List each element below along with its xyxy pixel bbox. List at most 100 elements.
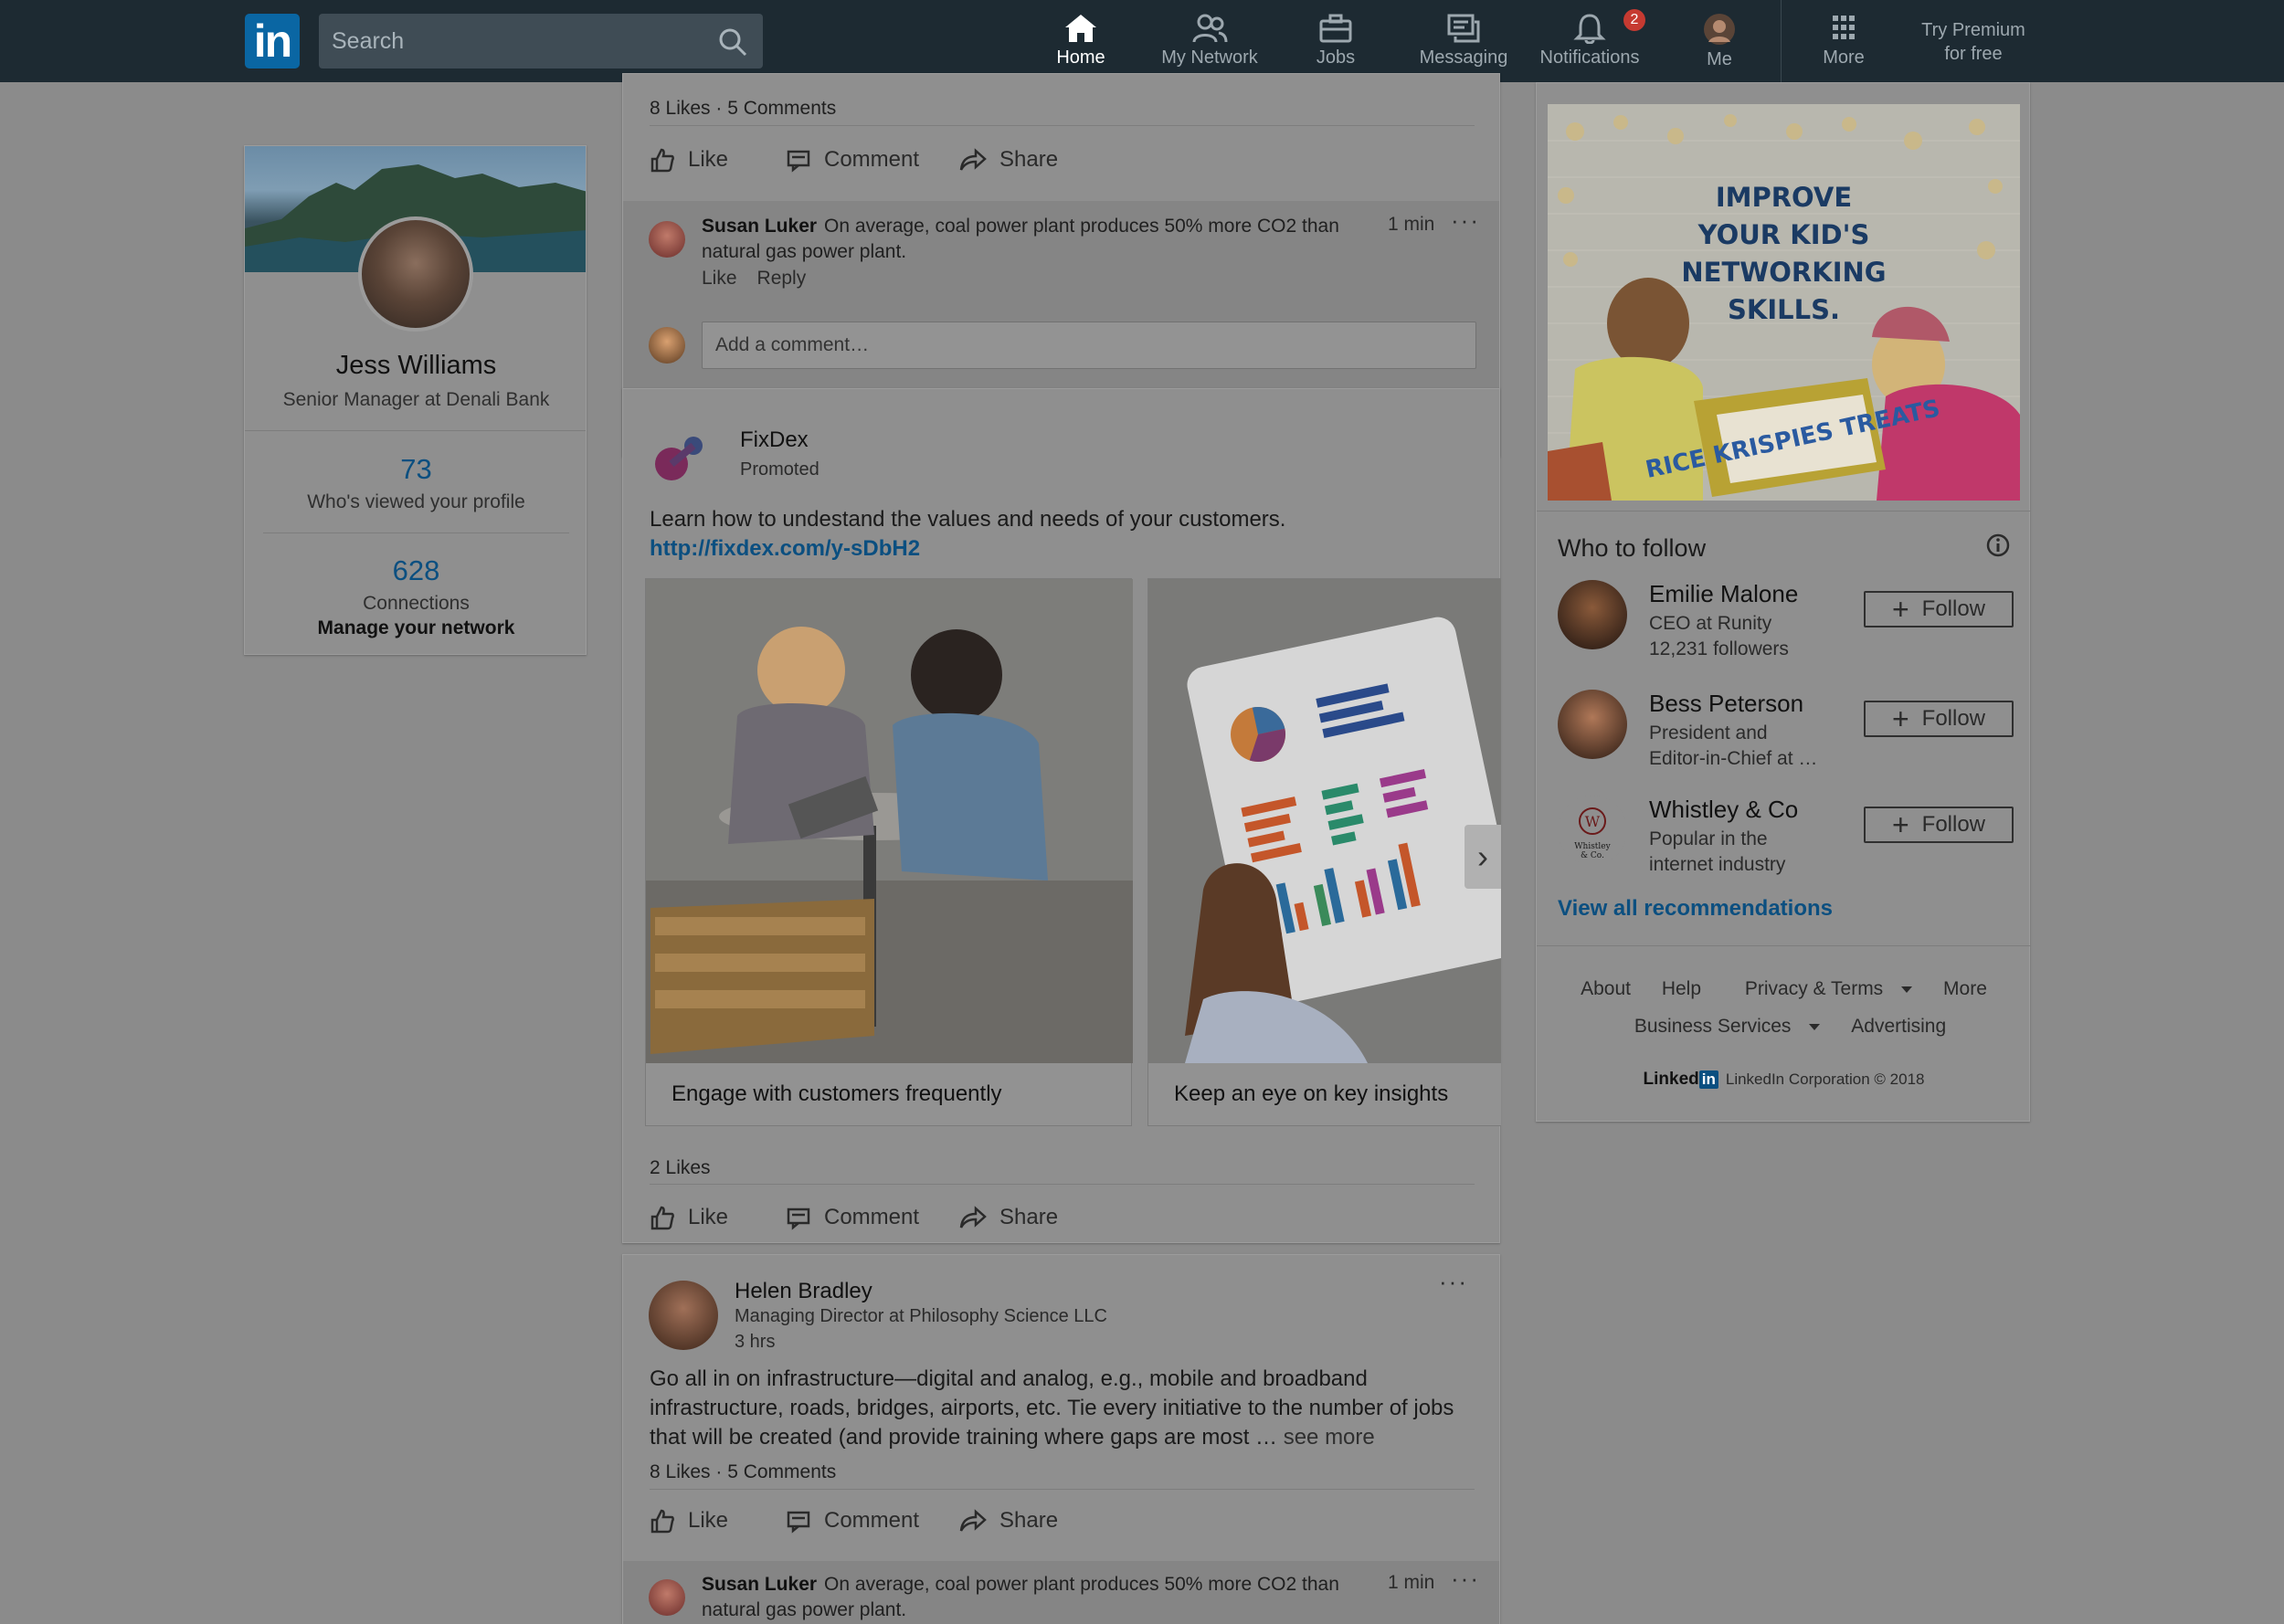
copyright: Linked in LinkedIn Corporation © 2018 [1537, 1070, 2031, 1090]
footer-business-link[interactable]: Business Services [1622, 1016, 1821, 1037]
manage-network-link[interactable]: Manage your network [245, 617, 586, 639]
search-box [319, 14, 763, 69]
nav-my-network[interactable]: My Network [1153, 0, 1266, 82]
suggestion-avatar[interactable] [1558, 690, 1627, 759]
fixdex-logo[interactable] [650, 429, 708, 488]
feed-post-promoted: FixDex Promoted Learn how to undestand t… [622, 388, 1501, 1243]
nav-home[interactable]: Home [1037, 0, 1125, 82]
add-comment-input[interactable] [703, 322, 1475, 368]
avatar-icon [1704, 14, 1735, 45]
nav-jobs[interactable]: Jobs [1299, 0, 1372, 82]
carousel-slide[interactable]: Keep an eye on key insights [1147, 578, 1501, 1126]
divider [650, 1184, 1475, 1185]
right-rail: RICE KRISPIES TREATS IMPROVE YOUR KID'S … [1536, 82, 2031, 1122]
comment-reply-link[interactable]: Reply [757, 268, 807, 289]
suggestion-sub-line: internet industry [1649, 854, 1786, 875]
footer-links-row-2: Business Services Advertising [1537, 1016, 2031, 1038]
search-icon[interactable] [717, 26, 748, 58]
footer-advertising-link[interactable]: Advertising [1851, 1016, 1946, 1037]
linkedin-logo[interactable]: in [245, 14, 300, 69]
connections-label[interactable]: Connections [245, 593, 586, 615]
search-input[interactable] [319, 14, 703, 69]
post-author[interactable]: FixDex [740, 427, 809, 453]
divider [650, 1489, 1475, 1490]
commenter-avatar[interactable] [649, 1579, 685, 1616]
profile-name[interactable]: Jess Williams [245, 351, 586, 381]
comment-author[interactable]: Susan Luker [702, 1574, 817, 1595]
post-link[interactable]: http://fixdex.com/y-sDbH2 [650, 536, 920, 561]
post-author-avatar[interactable] [649, 1281, 718, 1350]
ad-headline-line: NETWORKING [1681, 257, 1887, 288]
comment-button[interactable]: Comment [786, 1501, 919, 1541]
like-label: Like [688, 147, 729, 172]
suggestion-name[interactable]: Whistley & Co [1649, 796, 1798, 824]
follow-button[interactable]: + Follow [1864, 807, 2014, 843]
nav-messaging[interactable]: Messaging [1416, 0, 1511, 82]
svg-text:Whistley: Whistley [1574, 842, 1611, 851]
comment-label: Comment [824, 1205, 920, 1229]
like-button[interactable]: Like [650, 1501, 728, 1541]
my-avatar [649, 327, 685, 364]
add-comment-box [702, 322, 1476, 369]
share-label: Share [999, 1205, 1059, 1229]
more-options-icon[interactable]: ··· [1451, 1565, 1480, 1593]
suggestion-sub-line: President and [1649, 722, 1768, 743]
connections-count[interactable]: 628 [245, 554, 586, 587]
follow-button[interactable]: + Follow [1864, 591, 2014, 627]
post-stats[interactable]: 8 Likes · 5 Comments [650, 1461, 836, 1483]
post-actions: Like Comment Share [650, 140, 1475, 180]
profile-card: Jess Williams Senior Manager at Denali B… [244, 145, 587, 655]
ad-headline-line: YOUR KID'S [1697, 219, 1870, 250]
svg-text:W: W [1585, 813, 1601, 830]
suggestion-avatar[interactable] [1558, 580, 1627, 649]
follow-button[interactable]: + Follow [1864, 701, 2014, 737]
comment-icon [787, 1511, 810, 1534]
nav-more[interactable]: More [1818, 0, 1869, 82]
view-all-recommendations-link[interactable]: View all recommendations [1558, 896, 1833, 922]
carousel-slide[interactable]: Engage with customers frequently [645, 578, 1133, 1126]
footer-more-link[interactable]: More [1943, 978, 1987, 999]
info-icon[interactable] [1985, 533, 2011, 558]
nav-me[interactable]: Me [1697, 0, 1741, 82]
footer-privacy-link[interactable]: Privacy & Terms [1732, 978, 1913, 999]
footer-about-link[interactable]: About [1581, 978, 1631, 999]
suggestion-name[interactable]: Bess Peterson [1649, 690, 1803, 718]
share-button[interactable]: Share [959, 1501, 1058, 1541]
whistley-logo[interactable]: W Whistley & Co. [1558, 796, 1627, 865]
share-button[interactable]: Share [959, 140, 1058, 180]
suggestion-name[interactable]: Emilie Malone [1649, 580, 1798, 608]
try-premium-link[interactable]: Try Premium for free [1900, 18, 2046, 66]
sponsored-ad[interactable]: RICE KRISPIES TREATS IMPROVE YOUR KID'S … [1548, 104, 2020, 501]
comment-label: Comment [824, 1508, 920, 1533]
see-more-link[interactable]: see more [1284, 1425, 1375, 1450]
footer-business-label: Business Services [1634, 1016, 1792, 1037]
profile-views-count[interactable]: 73 [245, 453, 586, 486]
follow-suggestion: W Whistley & Co. Whistley & Co Popular in … [1558, 796, 2014, 887]
commenter-avatar[interactable] [649, 221, 685, 258]
like-button[interactable]: Like [650, 1197, 728, 1238]
image-carousel: Engage with customers frequently Keep an… [645, 578, 1501, 1126]
comment-button[interactable]: Comment [786, 140, 919, 180]
post-author[interactable]: Helen Bradley [735, 1279, 872, 1304]
messaging-icon [1447, 14, 1480, 43]
share-icon [959, 148, 987, 171]
like-button[interactable]: Like [650, 140, 728, 180]
comment-author[interactable]: Susan Luker [702, 216, 817, 237]
grid-icon [1833, 16, 1855, 39]
linkedin-wordmark-in: in [1698, 1070, 1718, 1089]
more-options-icon[interactable]: ··· [1451, 206, 1480, 235]
share-button[interactable]: Share [959, 1197, 1058, 1238]
carousel-next-button[interactable]: › [1465, 825, 1501, 889]
footer-help-link[interactable]: Help [1662, 978, 1701, 999]
profile-avatar[interactable] [358, 216, 473, 332]
briefcase-icon [1319, 14, 1352, 43]
profile-views-label[interactable]: Who's viewed your profile [245, 491, 586, 513]
more-options-icon[interactable]: ··· [1439, 1268, 1468, 1296]
post-stats[interactable]: 8 Likes · 5 Comments [650, 98, 836, 120]
nav-notifications[interactable]: Notifications 2 [1537, 0, 1645, 82]
post-stats[interactable]: 2 Likes [650, 1157, 711, 1179]
plus-icon: + [1891, 702, 1909, 735]
thumbs-up-icon [650, 1206, 674, 1230]
comment-button[interactable]: Comment [786, 1197, 919, 1238]
comment-like-link[interactable]: Like [702, 268, 737, 289]
